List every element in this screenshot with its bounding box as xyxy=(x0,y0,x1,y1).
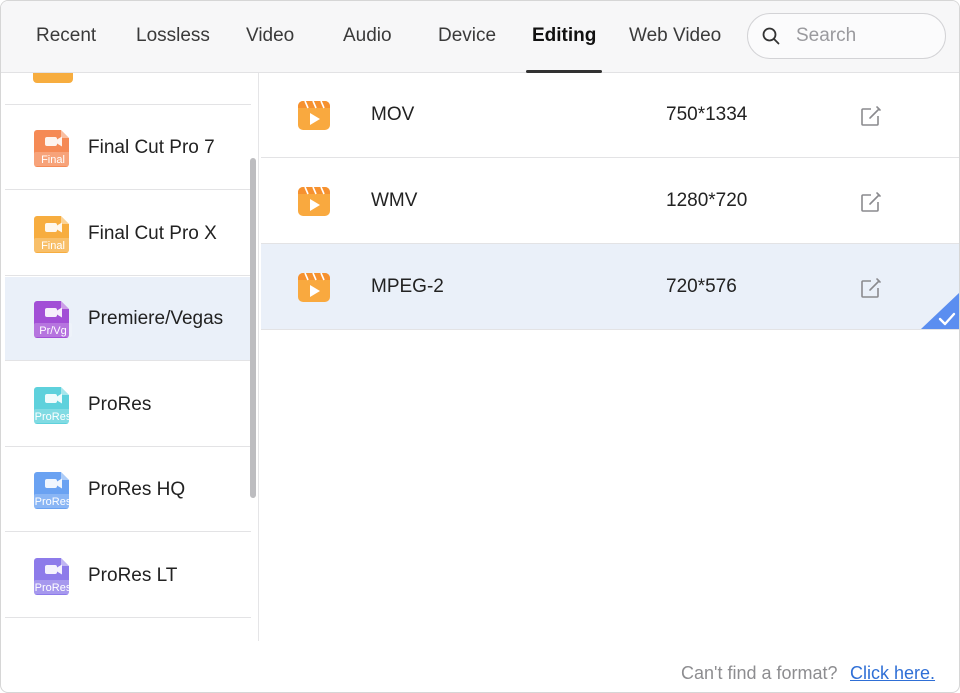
tab-web-video[interactable]: Web Video xyxy=(629,1,721,73)
tab-editing[interactable]: Editing xyxy=(525,1,603,73)
search-icon xyxy=(762,27,780,45)
final-cut-icon xyxy=(33,73,73,83)
edit-icon[interactable] xyxy=(859,190,883,214)
click-here-link[interactable]: Click here. xyxy=(850,663,935,684)
edit-icon[interactable] xyxy=(859,104,883,128)
format-name: WMV xyxy=(371,190,418,211)
final-cut-icon: Final xyxy=(34,130,72,167)
icon-badge-text: ProRes xyxy=(35,496,72,508)
cant-find-format-text: Can't find a format? xyxy=(681,663,838,683)
sidebar-scrollbar[interactable] xyxy=(250,158,256,498)
sidebar-item-partial[interactable] xyxy=(5,73,251,105)
final-cut-icon: Final xyxy=(34,215,72,253)
video-file-icon xyxy=(298,100,330,130)
sidebar-item-prores[interactable]: ProRes ProRes xyxy=(5,363,251,447)
sidebar-item-final-cut-pro-7[interactable]: Final Final Cut Pro 7 xyxy=(5,106,251,190)
format-name: MOV xyxy=(371,104,415,125)
format-name: MPEG-2 xyxy=(371,276,444,297)
icon-badge-text: Final xyxy=(41,154,65,166)
sidebar-item-final-cut-pro-x[interactable]: Final Final Cut Pro X xyxy=(5,192,251,276)
icon-badge-text: ProRes xyxy=(35,582,72,594)
sidebar-item-prores-hq[interactable]: ProRes ProRes HQ xyxy=(5,448,251,532)
sidebar-item-label: Final Cut Pro X xyxy=(88,222,217,244)
prores-icon: ProRes xyxy=(34,557,72,595)
tab-lossless[interactable]: Lossless xyxy=(136,1,210,73)
sidebar-item-premiere-vegas[interactable]: Pr/Vg Premiere/Vegas xyxy=(5,277,251,361)
icon-badge-text: Final xyxy=(41,240,65,252)
format-resolution: 1280*720 xyxy=(666,190,748,211)
format-picker-window: Recent Lossless Video Audio Device Editi… xyxy=(0,0,960,693)
format-row-mov[interactable]: MOV 750*1334 xyxy=(261,72,959,158)
icon-badge-text: ProRes xyxy=(35,411,72,423)
prores-icon: ProRes xyxy=(34,472,72,509)
video-file-icon xyxy=(298,186,330,216)
sidebar-item-label: ProRes HQ xyxy=(88,479,186,500)
sidebar-item-label: ProRes xyxy=(88,393,152,415)
format-row-wmv[interactable]: WMV 1280*720 xyxy=(261,158,959,244)
edit-icon[interactable] xyxy=(859,276,883,300)
sidebar-item-prores-lt[interactable]: ProRes ProRes LT xyxy=(5,534,251,618)
tab-audio[interactable]: Audio xyxy=(343,1,392,73)
selected-check-icon xyxy=(921,293,959,329)
format-row-mpeg-2[interactable]: MPEG-2 720*576 xyxy=(261,244,959,330)
icon-badge-text: Pr/Vg xyxy=(39,325,67,337)
search-input[interactable] xyxy=(796,22,936,50)
tab-recent[interactable]: Recent xyxy=(36,1,96,73)
format-tab-bar: Recent Lossless Video Audio Device Editi… xyxy=(1,1,959,73)
tab-video[interactable]: Video xyxy=(246,1,294,73)
editing-category-sidebar[interactable]: Final Final Cut Pro 7 Final Final Cut Pro X… xyxy=(3,73,259,641)
sidebar-item-label: Final Cut Pro 7 xyxy=(88,137,215,158)
format-resolution: 720*576 xyxy=(666,276,737,297)
tab-device[interactable]: Device xyxy=(438,1,496,73)
search-box[interactable] xyxy=(747,13,946,59)
sidebar-item-label: ProRes LT xyxy=(88,564,178,586)
video-file-icon xyxy=(298,272,330,302)
premiere-vegas-icon: Pr/Vg xyxy=(34,301,72,338)
sidebar-item-label: Premiere/Vegas xyxy=(88,308,224,329)
prores-icon: ProRes xyxy=(34,386,72,424)
format-resolution: 750*1334 xyxy=(666,104,748,125)
footer: Can't find a format? Click here. xyxy=(1,641,959,692)
